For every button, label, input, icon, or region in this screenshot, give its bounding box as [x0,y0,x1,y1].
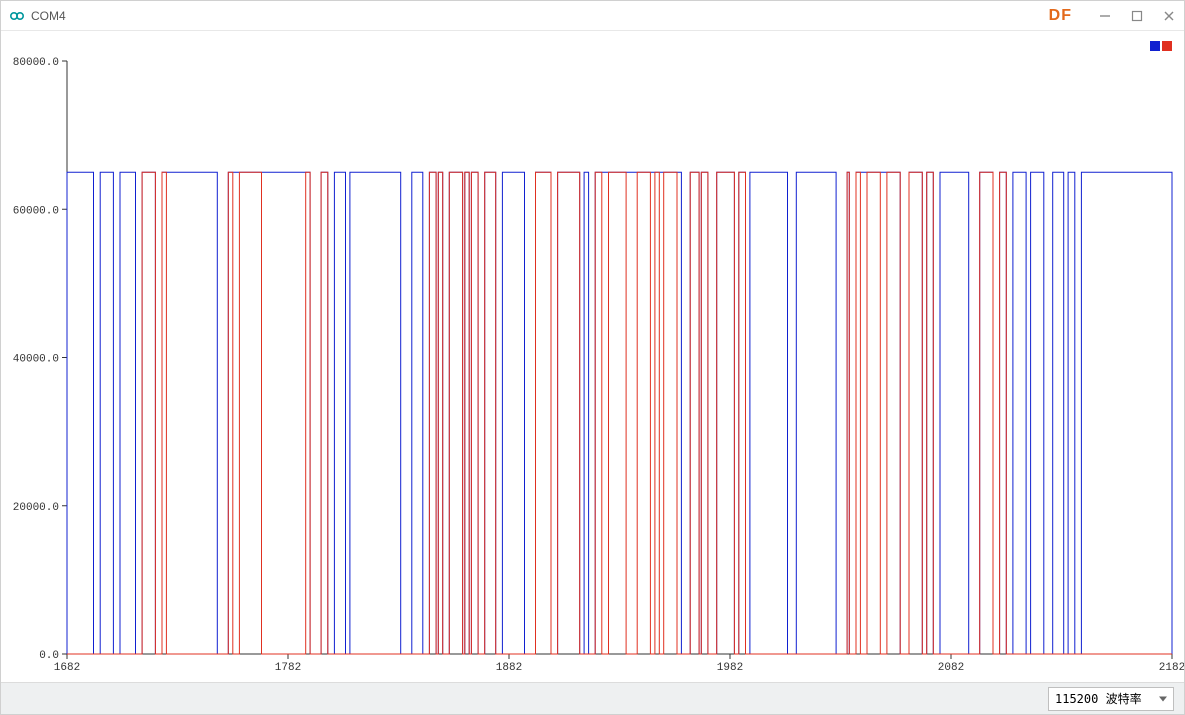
svg-text:80000.0: 80000.0 [13,57,59,69]
svg-text:1982: 1982 [717,662,743,674]
svg-text:1882: 1882 [496,662,522,674]
svg-text:20000.0: 20000.0 [13,502,59,514]
svg-text:0.0: 0.0 [39,650,59,662]
titlebar[interactable]: COM4 DF [1,1,1184,31]
window-title: COM4 [31,9,66,23]
chart-canvas: 0.0 20000.0 40000.0 60000.0 80000.0 1682 1782 1… [1,31,1184,682]
app-window: COM4 DF 0.0 20000.0 40000.0 60000.0 80000.0 1… [0,0,1185,715]
baud-rate-value: 115200 波特率 [1055,690,1142,707]
arduino-icon [9,8,25,24]
svg-text:1682: 1682 [54,662,80,674]
serial-plotter-chart[interactable]: 0.0 20000.0 40000.0 60000.0 80000.0 1682 1782 1… [1,31,1184,682]
close-button[interactable] [1160,7,1178,25]
svg-text:60000.0: 60000.0 [13,205,59,217]
minimize-button[interactable] [1096,7,1114,25]
svg-text:40000.0: 40000.0 [13,354,59,366]
maximize-button[interactable] [1128,7,1146,25]
svg-text:2082: 2082 [938,662,964,674]
svg-text:2182: 2182 [1159,662,1184,674]
window-controls [1096,1,1178,31]
statusbar: 115200 波特率 [1,682,1184,714]
svg-text:1782: 1782 [275,662,301,674]
brand-label: DF [1049,1,1072,31]
baud-rate-select[interactable]: 115200 波特率 [1048,687,1174,711]
